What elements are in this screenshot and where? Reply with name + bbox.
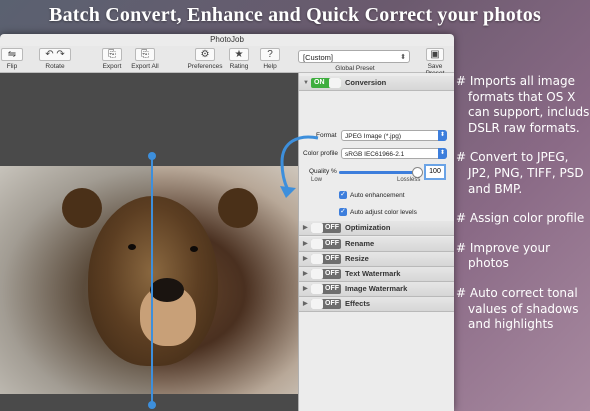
flip-icon: ⇋ — [1, 48, 23, 61]
quality-input[interactable]: 100 — [424, 164, 446, 180]
chevron-updown-icon: ⬍ — [400, 54, 406, 61]
chevron-updown-icon: ⬍ — [438, 130, 447, 141]
auto-enhancement-label: Auto enhancement — [350, 192, 405, 199]
rotate-label: Rotate — [45, 63, 65, 70]
bear-eye-right — [190, 246, 198, 252]
disclosure-closed-icon: ▶ — [303, 286, 308, 292]
section-optimization[interactable]: ▶ OFF Optimization — [299, 221, 454, 236]
optimization-title: Optimization — [345, 223, 391, 232]
auto-enhancement-checkbox[interactable]: ✓ — [339, 191, 347, 199]
bear-nose — [150, 278, 184, 302]
disclosure-closed-icon: ▶ — [303, 241, 308, 247]
rotate-button[interactable]: ↶ ↷ Rotate — [38, 48, 72, 70]
image-watermark-title: Image Watermark — [345, 284, 408, 293]
toggle-label: ON — [314, 79, 325, 86]
feature-item: # Imports all image formats that OS X ca… — [456, 74, 590, 135]
toggle-label: OFF — [325, 300, 339, 307]
color-profile-select[interactable]: sRGB IEC61966-2.1 ⬍ — [341, 148, 447, 159]
image-watermark-toggle[interactable]: OFF — [311, 284, 341, 294]
flip-label: Flip — [6, 63, 18, 70]
rating-button[interactable]: ★ Rating — [226, 48, 252, 70]
curved-arrow-icon — [280, 135, 319, 198]
global-preset-label: Global Preset — [335, 65, 375, 72]
chevron-updown-icon: ⬍ — [438, 148, 447, 159]
help-label: Help — [263, 63, 277, 70]
conversion-title: Conversion — [345, 78, 387, 87]
section-resize[interactable]: ▶ OFF Resize — [299, 252, 454, 267]
toggle-label: OFF — [325, 240, 339, 247]
feature-item: # Convert to JPEG, JP2, PNG, TIFF, PSD a… — [456, 150, 584, 196]
disclosure-closed-icon: ▶ — [303, 225, 308, 231]
star-icon: ★ — [229, 48, 249, 61]
section-effects[interactable]: ▶ OFF Effects — [299, 297, 454, 312]
feature-item: # Assign color profile — [456, 211, 585, 226]
app-window: PhotoJob ⇋ Flip ↶ ↷ Rotate ⎘ Export ⎘ Ex… — [0, 34, 454, 411]
feature-item: # Improve your photos — [456, 240, 551, 271]
section-rename[interactable]: ▶ OFF Rename — [299, 237, 454, 252]
rename-toggle[interactable]: OFF — [311, 239, 341, 249]
export-all-icon: ⎘ — [135, 48, 155, 61]
export-label: Export — [102, 63, 122, 70]
compare-split-line[interactable] — [151, 155, 153, 405]
resize-title: Resize — [345, 254, 369, 263]
global-preset-select[interactable]: [Custom] ⬍ — [298, 50, 410, 63]
text-watermark-title: Text Watermark — [345, 269, 401, 278]
disclosure-open-icon: ▼ — [303, 80, 309, 86]
feature-item: # Auto correct tonal values of shadows a… — [456, 285, 579, 332]
disclosure-closed-icon: ▶ — [303, 256, 308, 262]
lossless-label: Lossless — [397, 177, 421, 183]
headline: Batch Convert, Enhance and Quick Correct… — [49, 4, 541, 26]
disclosure-closed-icon: ▶ — [303, 271, 308, 277]
bear-ear-right — [218, 188, 258, 228]
bear-eye-left — [128, 244, 136, 250]
preset-value: [Custom] — [303, 53, 334, 62]
format-select[interactable]: JPEG Image (*.jpg) ⬍ — [341, 130, 447, 141]
split-handle-bottom[interactable] — [148, 401, 156, 409]
rename-title: Rename — [345, 239, 375, 248]
settings-panel: ▼ ON Conversion Format JPEG Image (*.jpg… — [298, 73, 454, 411]
help-button[interactable]: ? Help — [258, 48, 282, 70]
preferences-label: Preferences — [187, 63, 223, 70]
save-icon: ▣ — [426, 48, 444, 61]
text-watermark-toggle[interactable]: OFF — [311, 269, 341, 279]
help-icon: ? — [260, 48, 280, 61]
auto-adjust-label: Auto adjust color levels — [350, 209, 417, 216]
preview-photo — [0, 166, 298, 394]
rating-label: Rating — [229, 63, 249, 70]
rotate-icon: ↶ ↷ — [39, 48, 71, 61]
color-profile-value: sRGB IEC61966-2.1 — [345, 151, 405, 158]
auto-adjust-checkbox[interactable]: ✓ — [339, 208, 347, 216]
toggle-label: OFF — [325, 224, 339, 231]
preview-canvas — [0, 73, 298, 411]
quality-slider[interactable] — [339, 167, 423, 178]
split-handle-top[interactable] — [148, 152, 156, 160]
optimization-toggle[interactable]: OFF — [311, 223, 341, 233]
toggle-label: OFF — [325, 255, 339, 262]
export-all-button[interactable]: ⎘ Export All — [128, 48, 162, 70]
preferences-button[interactable]: ⚙ Preferences — [186, 48, 224, 70]
export-all-label: Export All — [131, 63, 159, 70]
effects-title: Effects — [345, 299, 371, 308]
toggle-label: OFF — [325, 285, 339, 292]
section-text-watermark[interactable]: ▶ OFF Text Watermark — [299, 267, 454, 282]
section-image-watermark[interactable]: ▶ OFF Image Watermark — [299, 282, 454, 297]
disclosure-closed-icon: ▶ — [303, 301, 308, 307]
resize-toggle[interactable]: OFF — [311, 254, 341, 264]
feature-list: # Imports all image formats that OS X ca… — [456, 74, 590, 347]
export-button[interactable]: ⎘ Export — [100, 48, 124, 70]
quality-slider-fill — [339, 171, 417, 174]
format-value: JPEG Image (*.jpg) — [345, 133, 401, 140]
window-title: PhotoJob — [210, 35, 244, 44]
bear-ear-left — [62, 188, 102, 228]
effects-toggle[interactable]: OFF — [311, 299, 341, 309]
flip-button[interactable]: ⇋ Flip — [0, 48, 24, 70]
export-icon: ⎘ — [102, 48, 122, 61]
gear-icon: ⚙ — [195, 48, 215, 61]
section-conversion[interactable]: ▼ ON Conversion — [299, 76, 454, 91]
conversion-toggle[interactable]: ON — [311, 78, 341, 88]
toggle-label: OFF — [325, 270, 339, 277]
